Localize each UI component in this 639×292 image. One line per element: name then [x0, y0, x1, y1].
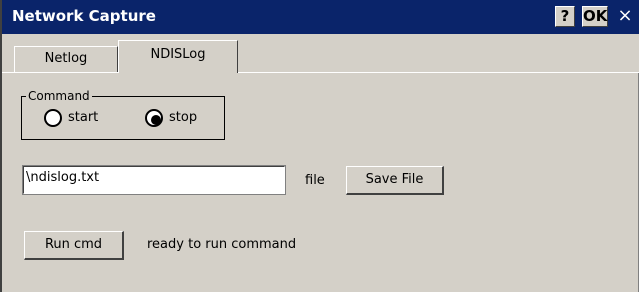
run-cmd-button[interactable]: Run cmd: [24, 231, 124, 260]
file-label: file: [305, 173, 325, 188]
save-file-button[interactable]: Save File: [346, 166, 444, 195]
tab-netlog[interactable]: Netlog: [14, 46, 118, 72]
file-path-input[interactable]: \ndislog.txt: [22, 165, 286, 195]
network-capture-window: Network Capture ? OK × Netlog NDISLog Co…: [0, 0, 639, 292]
window-title: Network Capture: [12, 7, 156, 25]
status-text: ready to run command: [147, 237, 297, 252]
close-button[interactable]: ×: [614, 6, 636, 27]
stop-radio-dot: [151, 115, 161, 125]
stop-radio-circle: [145, 109, 163, 127]
help-button[interactable]: ?: [555, 6, 575, 27]
start-radio-label: start: [68, 110, 99, 125]
start-radio[interactable]: start: [44, 108, 114, 128]
stop-radio-label: stop: [169, 110, 198, 125]
stop-radio[interactable]: stop: [145, 108, 215, 128]
title-bar: Network Capture ? OK ×: [2, 0, 639, 34]
tab-ndislog[interactable]: NDISLog: [118, 40, 238, 73]
start-radio-circle: [44, 109, 62, 127]
command-groupbox-label: Command: [26, 89, 92, 103]
ok-button[interactable]: OK: [582, 6, 608, 27]
tab-strip-divider: [2, 72, 639, 73]
